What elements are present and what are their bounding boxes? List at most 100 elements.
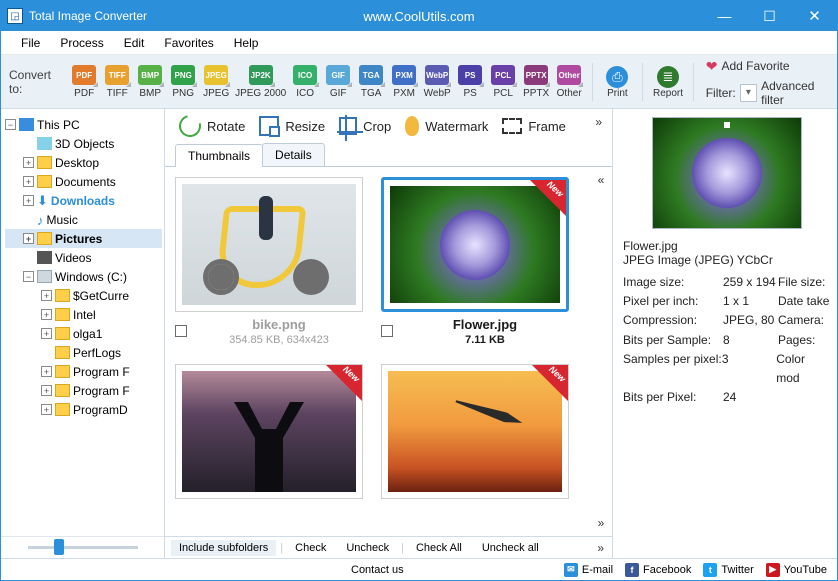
collapse-icon[interactable]: − xyxy=(5,119,16,130)
action-overflow[interactable]: » xyxy=(595,115,602,129)
report-button[interactable]: ≣ Report xyxy=(649,66,687,99)
tree-music[interactable]: ♪Music xyxy=(5,210,162,229)
thumbnail-frame[interactable] xyxy=(175,177,363,312)
thumbnail-card[interactable]: New xyxy=(381,364,569,499)
expand-icon[interactable]: + xyxy=(41,385,52,396)
selection-overflow[interactable]: » xyxy=(597,541,604,555)
include-subfolders-toggle[interactable]: Include subfolders xyxy=(171,540,276,556)
format-webp-button[interactable]: WebPWebP xyxy=(421,65,454,99)
expand-icon[interactable]: + xyxy=(41,366,52,377)
expand-icon[interactable]: + xyxy=(23,157,34,168)
compression-label: Compression: xyxy=(623,311,723,330)
format-tga-button[interactable]: TGATGA xyxy=(355,65,388,99)
folder-tree[interactable]: −This PC 3D Objects +Desktop +Documents … xyxy=(1,109,164,536)
tree-programf2[interactable]: +Program F xyxy=(5,381,162,400)
menu-favorites[interactable]: Favorites xyxy=(154,31,223,54)
filter-dropdown[interactable]: ▾ xyxy=(740,84,757,102)
advanced-filter-link[interactable]: Advanced filter xyxy=(761,79,829,107)
tree-documents[interactable]: +Documents xyxy=(5,172,162,191)
tree-downloads[interactable]: +⬇Downloads xyxy=(5,191,162,210)
check-all-button[interactable]: Check All xyxy=(408,540,470,556)
tree-programd[interactable]: +ProgramD xyxy=(5,400,162,419)
format-label: WebP xyxy=(424,88,451,99)
preview-filename: Flower.jpg xyxy=(623,239,831,253)
format-icon: PCL xyxy=(491,65,515,85)
thumbnail-card[interactable]: New xyxy=(175,364,363,499)
preview-panel: Flower.jpg JPEG Image (JPEG) YCbCr Image… xyxy=(613,109,837,558)
thumbnail-frame[interactable]: New xyxy=(381,177,569,312)
resize-button[interactable]: Resize xyxy=(259,116,325,136)
format-pcl-button[interactable]: PCLPCL xyxy=(487,65,520,99)
thumbnail-card[interactable]: bike.png 354.85 KB, 634x423 xyxy=(175,177,363,346)
format-bmp-button[interactable]: BMPBMP xyxy=(134,65,167,99)
format-png-button[interactable]: PNGPNG xyxy=(167,65,200,99)
tree-desktop[interactable]: +Desktop xyxy=(5,153,162,172)
format-gif-button[interactable]: GIFGIF xyxy=(322,65,355,99)
slider-thumb[interactable] xyxy=(54,539,64,555)
email-link[interactable]: ✉E-mail xyxy=(564,563,613,577)
expand-icon[interactable]: + xyxy=(23,233,34,244)
thumbnail-checkbox[interactable] xyxy=(381,325,393,337)
contact-us-link[interactable]: Contact us xyxy=(351,564,404,576)
tab-thumbnails[interactable]: Thumbnails xyxy=(175,144,263,167)
expand-icon[interactable]: + xyxy=(41,328,52,339)
format-icon: TGA xyxy=(359,65,383,85)
format-ps-button[interactable]: PSPS xyxy=(454,65,487,99)
tree-3d-objects[interactable]: 3D Objects xyxy=(5,134,162,153)
thumbnail-size-slider[interactable] xyxy=(1,536,164,558)
facebook-link[interactable]: fFacebook xyxy=(625,563,691,577)
expand-icon[interactable]: + xyxy=(23,176,34,187)
tree-getcurre[interactable]: +$GetCurre xyxy=(5,286,162,305)
watermark-button[interactable]: Watermark xyxy=(405,116,488,136)
add-favorite-button[interactable]: ❤ Add Favorite xyxy=(706,58,790,75)
uncheck-all-button[interactable]: Uncheck all xyxy=(474,540,547,556)
tab-details[interactable]: Details xyxy=(262,143,325,166)
tree-this-pc[interactable]: −This PC xyxy=(5,115,162,134)
thumbnail-checkbox[interactable] xyxy=(175,325,187,337)
twitter-link[interactable]: tTwitter xyxy=(703,563,753,577)
format-pdf-button[interactable]: PDFPDF xyxy=(68,65,101,99)
crop-button[interactable]: Crop xyxy=(339,117,391,135)
tree-windows-c[interactable]: −Windows (C:) xyxy=(5,267,162,286)
expand-icon[interactable]: + xyxy=(41,290,52,301)
expand-icon[interactable]: + xyxy=(23,195,34,206)
youtube-link[interactable]: ▶YouTube xyxy=(766,563,827,577)
format-jp2k-button[interactable]: JP2KJPEG 2000 xyxy=(233,65,289,99)
format-jpeg-button[interactable]: JPEGJPEG xyxy=(200,65,233,99)
check-button[interactable]: Check xyxy=(287,540,334,556)
expand-icon[interactable]: + xyxy=(41,404,52,415)
tree-olga1[interactable]: +olga1 xyxy=(5,324,162,343)
tree-programf1[interactable]: +Program F xyxy=(5,362,162,381)
3dobjects-icon xyxy=(37,137,52,150)
thumbnail-card-selected[interactable]: New Flower.jpg 7.11 KB xyxy=(381,177,569,346)
thumbnail-frame[interactable]: New xyxy=(381,364,569,499)
expand-icon[interactable]: + xyxy=(41,309,52,320)
close-button[interactable]: ✕ xyxy=(792,1,837,31)
menu-edit[interactable]: Edit xyxy=(114,31,155,54)
scroll-down[interactable]: » xyxy=(594,516,608,530)
menu-process[interactable]: Process xyxy=(50,31,113,54)
format-ico-button[interactable]: ICOICO xyxy=(289,65,322,99)
menu-help[interactable]: Help xyxy=(224,31,269,54)
tree-intel[interactable]: +Intel xyxy=(5,305,162,324)
uncheck-button[interactable]: Uncheck xyxy=(338,540,397,556)
thumbnail-frame[interactable]: New xyxy=(175,364,363,499)
rotate-button[interactable]: Rotate xyxy=(179,115,245,137)
menu-file[interactable]: File xyxy=(11,31,50,54)
maximize-button[interactable]: ☐ xyxy=(747,1,792,31)
view-tabs: Thumbnails Details xyxy=(165,143,612,167)
statusbar: Contact us ✉E-mail fFacebook tTwitter ▶Y… xyxy=(1,558,837,580)
tree-perflogs[interactable]: PerfLogs xyxy=(5,343,162,362)
collapse-icon[interactable]: − xyxy=(23,271,34,282)
format-tiff-button[interactable]: TIFFTIFF xyxy=(101,65,134,99)
minimize-button[interactable]: — xyxy=(702,1,747,31)
format-other-button[interactable]: OtherOther xyxy=(553,65,586,99)
frame-button[interactable]: Frame xyxy=(502,118,566,134)
tree-videos[interactable]: Videos xyxy=(5,248,162,267)
tree-pictures[interactable]: +Pictures xyxy=(5,229,162,248)
thumbnails-grid[interactable]: bike.png 354.85 KB, 634x423 New Flowe xyxy=(165,167,612,536)
format-pptx-button[interactable]: PPTXPPTX xyxy=(520,65,553,99)
scroll-up[interactable]: « xyxy=(594,173,608,187)
format-pxm-button[interactable]: PXMPXM xyxy=(388,65,421,99)
print-button[interactable]: ⎙ Print xyxy=(599,66,637,99)
